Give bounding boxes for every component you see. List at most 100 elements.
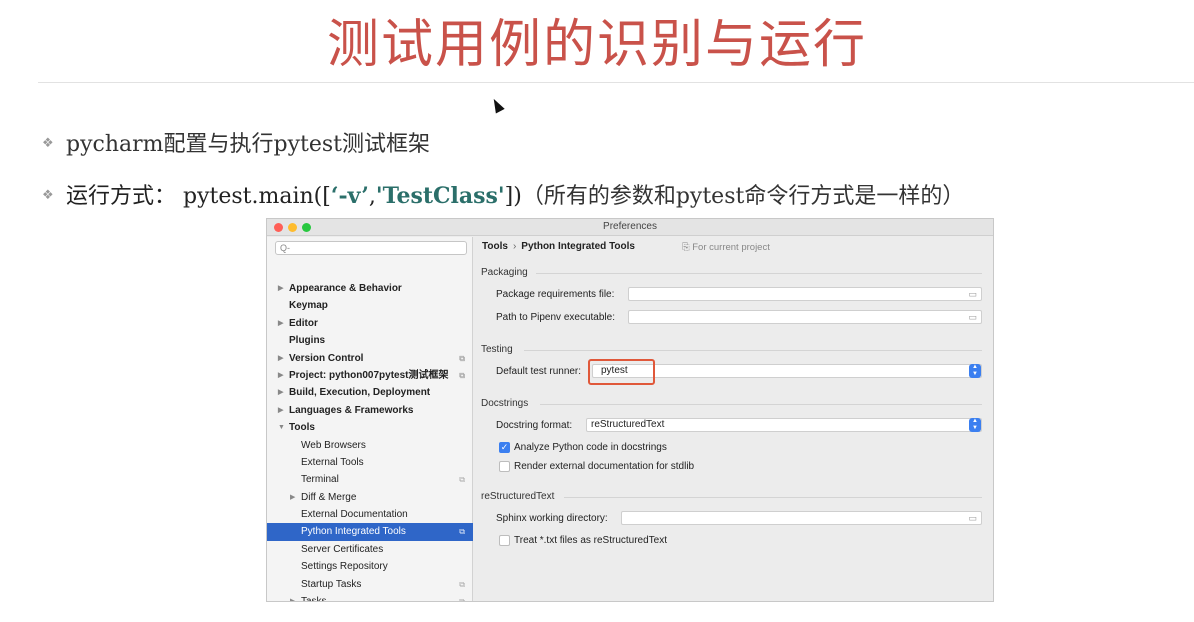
tree-item-external-tools[interactable]: External Tools [267, 454, 473, 471]
chevron-right-icon[interactable]: ▶ [290, 593, 295, 601]
chevron-right-icon[interactable]: ▶ [278, 350, 283, 367]
breadcrumb-root: Tools [482, 241, 508, 252]
copy-icon: ⧉ [459, 597, 465, 602]
tree-item-label: Version Control [289, 352, 364, 364]
section-divider [536, 273, 982, 274]
tree-item-label: Web Browsers [301, 439, 366, 451]
settings-content: Tools › Python Integrated Tools ⎘ For curr… [474, 237, 993, 601]
bullet-text: pycharm配置与执行pytest测试框架 [66, 132, 430, 157]
folder-icon[interactable]: ▭ [968, 311, 977, 323]
chevron-right-icon[interactable]: ▶ [278, 367, 283, 384]
tree-item-label: External Documentation [301, 509, 408, 521]
tree-item-keymap[interactable]: Keymap [267, 297, 473, 314]
docstring-format-value: reStructuredText [591, 419, 665, 430]
dropdown-arrows-icon[interactable]: ▲ ▼ [969, 418, 981, 432]
tree-item-label: Terminal [301, 474, 339, 486]
section-divider [540, 404, 982, 405]
section-testing: Testing [481, 344, 513, 355]
copy-icon: ⧉ [459, 353, 465, 363]
tree-item-label: Appearance & Behavior [289, 283, 402, 294]
tree-item-external-documentation[interactable]: External Documentation [267, 506, 473, 523]
folder-icon[interactable]: ▭ [968, 288, 977, 300]
pipenv-label: Path to Pipenv executable: [496, 312, 615, 323]
analyze-code-label: Analyze Python code in docstrings [514, 442, 667, 453]
folder-icon[interactable]: ▭ [968, 512, 977, 524]
tree-item-version-control[interactable]: ▶ Version Control ⧉ [267, 350, 473, 367]
arg-comma: , [368, 184, 376, 209]
pipenv-field[interactable]: ▭ [628, 310, 982, 324]
run-method-prefix: 运行方式： pytest.main([ [66, 184, 331, 209]
diamond-bullet-icon: ❖ [42, 136, 54, 151]
tree-item-settings-repository[interactable]: Settings Repository [267, 558, 473, 575]
tree-item-label: Tools [289, 422, 315, 434]
dropdown-arrows-icon[interactable]: ▲ ▼ [969, 364, 981, 378]
chevron-right-icon[interactable]: ▶ [290, 489, 295, 506]
arg-testclass: 'TestClass' [375, 183, 505, 209]
section-divider [564, 497, 982, 498]
tree-item-label: Languages & Frameworks [289, 404, 414, 416]
tree-item-label: Server Certificates [301, 543, 384, 555]
sphinx-dir-field[interactable]: ▭ [621, 511, 982, 525]
settings-tree: ▶ Appearance & Behavior Keymap ▶ Editor Plugi… [267, 280, 473, 602]
treat-txt-label: Treat *.txt files as reStructuredText [514, 535, 668, 546]
slide-title: 测试用例的识别与运行 [326, 15, 867, 75]
bullet-run-method: ❖ 运行方式： pytest.main([‘-v’,'TestClass'])（所… [42, 178, 964, 210]
tree-item-tools[interactable]: ▼ Tools [267, 419, 473, 436]
docstring-format-select[interactable]: reStructuredText ▲ ▼ [586, 418, 982, 432]
checkmark-icon: ✓ [500, 442, 509, 452]
highlight-box [588, 359, 655, 385]
section-restructuredtext: reStructuredText [481, 491, 555, 502]
analyze-code-checkbox[interactable]: ✓ [499, 442, 510, 453]
test-runner-label: Default test runner: [496, 366, 582, 377]
requirements-label: Package requirements file: [496, 289, 615, 300]
bullet-pycharm-config: ❖ pycharm配置与执行pytest测试框架 [42, 126, 430, 158]
scope-label: ⎘ For current project [682, 242, 770, 253]
tree-item-server-certificates[interactable]: Server Certificates [267, 541, 473, 558]
copy-icon: ⧉ [459, 527, 465, 537]
settings-search-input[interactable]: Q- [275, 241, 467, 255]
run-method-note: （所有的参数和pytest命令行方式是一样的） [521, 184, 965, 209]
tree-item-label: Project: python007pytest测试框架 [289, 369, 449, 381]
tree-item-python-integrated-tools[interactable]: Python Integrated Tools ⧉ [267, 523, 473, 541]
render-docs-checkbox[interactable] [499, 461, 510, 472]
copy-icon: ⧉ [459, 370, 465, 380]
window-title: Preferences [603, 221, 657, 232]
tree-item-label: External Tools [301, 456, 364, 468]
section-packaging: Packaging [481, 267, 528, 278]
tree-item-diff-merge[interactable]: ▶ Diff & Merge [267, 489, 473, 506]
chevron-down-icon[interactable]: ▼ [278, 419, 285, 436]
tree-item-languages-frameworks[interactable]: ▶ Languages & Frameworks [267, 402, 473, 419]
chevron-right-icon[interactable]: ▶ [278, 315, 283, 332]
tree-item-startup-tasks[interactable]: Startup Tasks ⧉ [267, 576, 473, 593]
tree-item-appearance-behavior[interactable]: ▶ Appearance & Behavior [267, 280, 473, 297]
treat-txt-checkbox[interactable] [499, 535, 510, 546]
settings-sidebar: Q- ▶ Appearance & Behavior Keymap ▶ Editor Pl… [267, 237, 473, 602]
render-docs-label: Render external documentation for stdlib [514, 461, 695, 472]
mouse-pointer-icon [489, 96, 505, 114]
window-titlebar: Preferences [267, 219, 993, 236]
tree-item-web-browsers[interactable]: Web Browsers [267, 437, 473, 454]
requirements-field[interactable]: ▭ [628, 287, 982, 301]
tree-item-label: Plugins [289, 335, 326, 347]
tree-item-label: Editor [289, 317, 318, 329]
chevron-right-icon[interactable]: ▶ [278, 402, 283, 419]
breadcrumb-leaf: Python Integrated Tools [521, 241, 635, 252]
tree-item-plugins[interactable]: Plugins [267, 332, 473, 349]
chevron-right-icon[interactable]: ▶ [278, 280, 283, 297]
arg-verbose: ‘-v’ [330, 183, 369, 209]
args-close: ]) [504, 184, 522, 209]
tree-item-tasks[interactable]: ▶ Tasks ⧉ [267, 593, 473, 602]
chevron-right-icon[interactable]: ▶ [278, 384, 283, 401]
tree-item-label: Python Integrated Tools [301, 526, 406, 538]
tree-item-build-execution-deployment[interactable]: ▶ Build, Execution, Deployment [267, 384, 473, 401]
tree-item-project-python007pytest[interactable]: ▶ Project: python007pytest测试框架 ⧉ [267, 367, 473, 384]
tree-item-editor[interactable]: ▶ Editor [267, 315, 473, 332]
docstring-format-label: Docstring format: [496, 420, 573, 431]
breadcrumb-separator: › [512, 241, 517, 252]
tree-item-terminal[interactable]: Terminal ⧉ [267, 471, 473, 488]
copy-icon: ⧉ [459, 475, 465, 485]
breadcrumb: Tools › Python Integrated Tools [482, 241, 635, 252]
title-divider [38, 82, 1194, 83]
section-docstrings: Docstrings [481, 398, 529, 409]
copy-icon: ⧉ [459, 579, 465, 589]
